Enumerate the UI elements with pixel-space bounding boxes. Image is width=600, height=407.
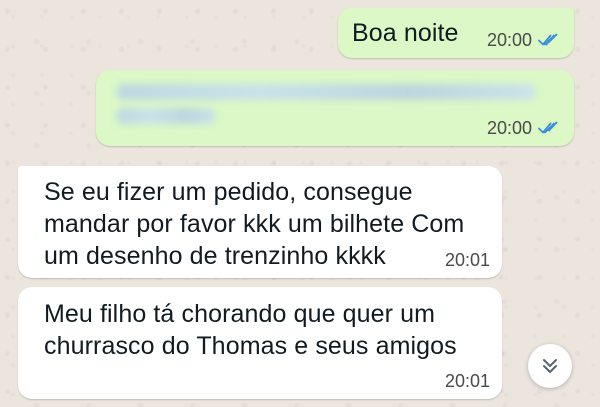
message-meta: 20:01	[445, 250, 490, 270]
chat-area: Boa noite 20:00 20:00 Se eu fizer um ped…	[0, 0, 600, 407]
blurred-link-line	[116, 108, 216, 124]
message-meta: 20:01	[445, 371, 490, 391]
message-text: Se eu fizer um pedido, consegue mandar p…	[44, 176, 464, 272]
message-meta: 20:00	[487, 30, 562, 50]
message-timestamp: 20:01	[444, 371, 490, 391]
outgoing-message-bubble[interactable]: 20:00	[96, 70, 574, 146]
message-line: churrasco do Thomas e seus amigos	[44, 332, 457, 360]
message-timestamp: 20:01	[444, 250, 490, 270]
message-line: um desenho de trenzinho kkkk	[44, 242, 386, 270]
double-check-read-icon	[538, 33, 562, 47]
message-line: Meu filho tá chorando que quer um	[44, 300, 436, 328]
double-check-read-icon	[538, 121, 562, 135]
message-timestamp: 20:00	[486, 30, 532, 50]
message-meta: 20:00	[487, 118, 562, 138]
message-text: Boa noite	[352, 19, 459, 47]
double-chevron-down-icon	[540, 356, 560, 376]
scroll-to-bottom-button[interactable]	[528, 344, 572, 388]
message-line: Se eu fizer um pedido, consegue	[44, 178, 413, 206]
message-timestamp: 20:00	[486, 118, 532, 138]
message-text: Meu filho tá chorando que quer um churra…	[44, 298, 457, 362]
blurred-link-line	[116, 84, 536, 100]
incoming-message-bubble[interactable]: Meu filho tá chorando que quer um churra…	[18, 287, 502, 399]
message-line: mandar por favor kkk um bilhete Com	[44, 210, 465, 238]
incoming-message-bubble[interactable]: Se eu fizer um pedido, consegue mandar p…	[18, 166, 502, 278]
outgoing-message-bubble[interactable]: Boa noite 20:00	[338, 8, 574, 58]
